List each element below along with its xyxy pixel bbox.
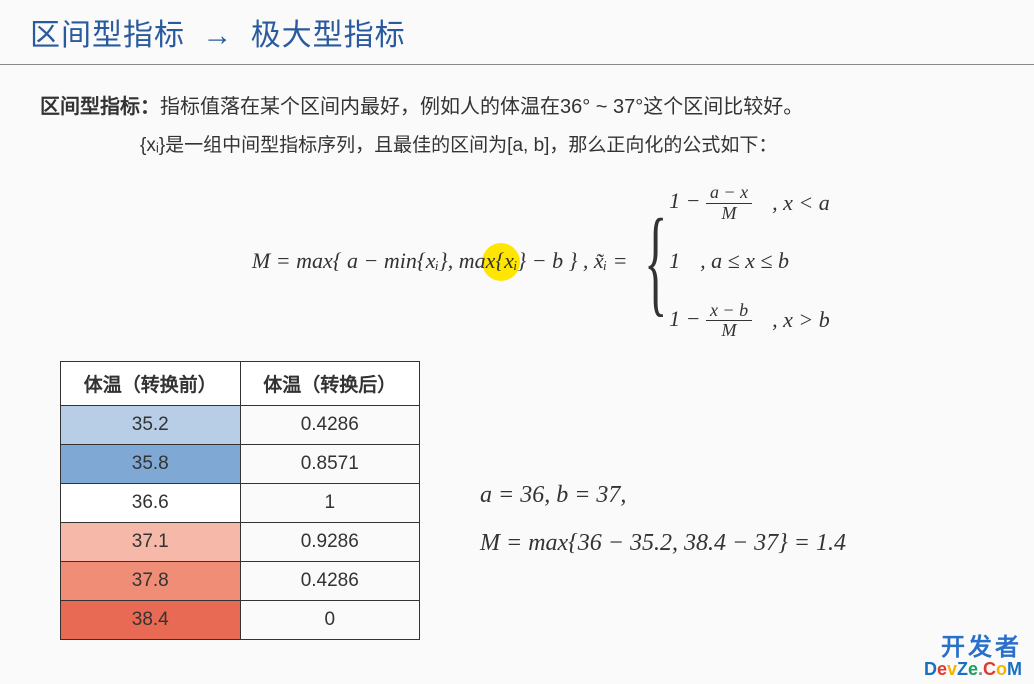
table-row: 38.40 bbox=[61, 601, 420, 640]
conversion-table: 体温（转换前） 体温（转换后） 35.20.428635.80.857136.6… bbox=[60, 361, 420, 640]
cell-before: 37.1 bbox=[61, 523, 241, 562]
sub-line: {xᵢ}是一组中间型指标序列，且最佳的区间为[a, b]，那么正向化的公式如下： bbox=[140, 129, 994, 163]
cell-after: 0.9286 bbox=[240, 523, 420, 562]
table-row: 35.80.8571 bbox=[61, 445, 420, 484]
example-calc: a = 36, b = 37, M = max{36 − 35.2, 38.4 … bbox=[480, 471, 846, 567]
definition-line: 区间型指标：指标值落在某个区间内最好，例如人的体温在36° ~ 37°这个区间比… bbox=[40, 89, 994, 125]
title-from: 区间型指标 bbox=[30, 19, 185, 52]
col-header-after: 体温（转换后） bbox=[240, 362, 420, 406]
arrow-icon: → bbox=[202, 19, 233, 53]
brace-icon: { bbox=[645, 207, 668, 315]
cell-before: 35.2 bbox=[61, 406, 241, 445]
cell-after: 0 bbox=[240, 601, 420, 640]
example-line-1: a = 36, b = 37, bbox=[480, 471, 846, 519]
watermark-en: DevZe.CoM bbox=[924, 660, 1022, 678]
table-row: 35.20.4286 bbox=[61, 406, 420, 445]
cell-before: 36.6 bbox=[61, 484, 241, 523]
content-area: 区间型指标：指标值落在某个区间内最好，例如人的体温在36° ~ 37°这个区间比… bbox=[0, 65, 1034, 341]
col-header-before: 体温（转换前） bbox=[61, 362, 241, 406]
cell-after: 1 bbox=[240, 484, 420, 523]
example-line-2: M = max{36 − 35.2, 38.4 − 37} = 1.4 bbox=[480, 519, 846, 567]
cell-after: 0.4286 bbox=[240, 562, 420, 601]
page-title: 区间型指标 → 极大型指标 bbox=[0, 0, 1034, 65]
cases-block: 1 − a − xM , x < a 1 , a ≤ x ≤ b 1 − x −… bbox=[669, 181, 862, 341]
table-row: 36.61 bbox=[61, 484, 420, 523]
table-body: 35.20.428635.80.857136.6137.10.928637.80… bbox=[61, 406, 420, 640]
case-3: 1 − x − bM , x > b bbox=[669, 299, 862, 341]
case-2: 1 , a ≤ x ≤ b bbox=[669, 241, 862, 281]
watermark-cn: 开发者 bbox=[924, 636, 1022, 660]
piecewise-function: { 1 − a − xM , x < a 1 , a ≤ x ≤ b 1 − x… bbox=[637, 181, 862, 341]
table-row: 37.80.4286 bbox=[61, 562, 420, 601]
definition-text: 指标值落在某个区间内最好，例如人的体温在36° ~ 37°这个区间比较好。 bbox=[160, 96, 803, 118]
lower-section: 体温（转换前） 体温（转换后） 35.20.428635.80.857136.6… bbox=[0, 361, 1034, 640]
case-1: 1 − a − xM , x < a bbox=[669, 181, 862, 223]
cell-after: 0.4286 bbox=[240, 406, 420, 445]
m-formula-text: M = max{ a − min{xᵢ}, max{xᵢ} − b } , x̃… bbox=[252, 248, 628, 273]
cell-before: 37.8 bbox=[61, 562, 241, 601]
table-row: 37.10.9286 bbox=[61, 523, 420, 562]
cell-before: 38.4 bbox=[61, 601, 241, 640]
formula-row: M = max{ a − min{xᵢ}, max{xᵢ} − b } , x̃… bbox=[40, 181, 994, 341]
cell-before: 35.8 bbox=[61, 445, 241, 484]
m-definition: M = max{ a − min{xᵢ}, max{xᵢ} − b } , x̃… bbox=[172, 241, 628, 281]
title-to: 极大型指标 bbox=[251, 19, 406, 52]
cell-after: 0.8571 bbox=[240, 445, 420, 484]
watermark: 开发者 DevZe.CoM bbox=[924, 636, 1022, 678]
definition-label: 区间型指标： bbox=[40, 96, 160, 118]
